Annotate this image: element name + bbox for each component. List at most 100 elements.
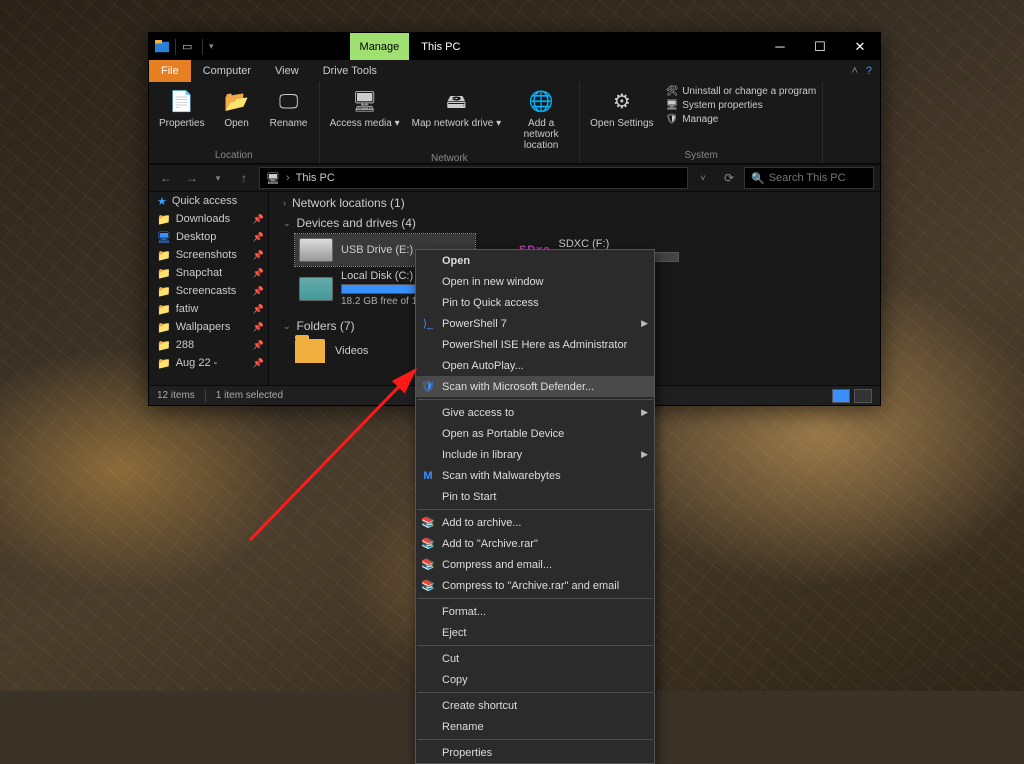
search-input[interactable]: 🔍Search This PC <box>744 167 874 189</box>
system-properties-button[interactable]: 🖥System properties <box>666 100 817 111</box>
uninstall-icon: 🛠 <box>666 86 679 97</box>
separator <box>205 390 206 402</box>
maximize-button[interactable]: ☐ <box>800 33 840 60</box>
ctx-open[interactable]: Open <box>416 250 654 271</box>
sidebar-item-screenshots[interactable]: 📁Screenshots📌 <box>149 246 268 264</box>
refresh-button[interactable]: ⟳ <box>718 167 740 189</box>
ctx-powershell7[interactable]: ⟩_PowerShell 7▶ <box>416 313 654 334</box>
tiles-view-button[interactable] <box>854 389 872 403</box>
pin-icon: 📌 <box>253 322 264 333</box>
folder-icon: 📁 <box>157 303 171 316</box>
pin-icon: 📌 <box>253 340 264 351</box>
group-label: Network <box>431 153 468 164</box>
chevron-down-icon: ⌄ <box>283 321 291 332</box>
chevron-down-icon: ⌄ <box>283 218 291 229</box>
ctx-compress-rar-email[interactable]: 📚Compress to "Archive.rar" and email <box>416 575 654 596</box>
separator <box>417 739 653 740</box>
drive-tools-tab[interactable]: Drive Tools <box>311 60 389 82</box>
media-icon: 🖥 <box>351 88 379 116</box>
location-group: 📄Properties 📂Open 🖵Rename Location <box>149 82 320 163</box>
sidebar-item-aug22[interactable]: 📁Aug 22 -📌 <box>149 354 268 372</box>
sidebar-item-wallpapers[interactable]: 📁Wallpapers📌 <box>149 318 268 336</box>
access-media-button[interactable]: 🖥Access media ▾ <box>326 86 404 153</box>
open-settings-button[interactable]: ⚙Open Settings <box>586 86 657 131</box>
pin-icon: 📌 <box>253 214 264 225</box>
ctx-include-library[interactable]: Include in library▶ <box>416 444 654 465</box>
network-locations-group[interactable]: ›Network locations (1) <box>269 192 880 212</box>
file-tab[interactable]: File <box>149 60 191 82</box>
map-drive-button[interactable]: 🖴Map network drive ▾ <box>408 86 506 153</box>
folder-icon: 📁 <box>157 213 171 226</box>
sidebar-item-desktop[interactable]: 🖥Desktop📌 <box>149 228 268 246</box>
ctx-pin-quick-access[interactable]: Pin to Quick access <box>416 292 654 313</box>
ctx-create-shortcut[interactable]: Create shortcut <box>416 695 654 716</box>
separator <box>202 39 203 55</box>
rename-icon: 🖵 <box>275 88 303 116</box>
separator <box>175 39 176 55</box>
desktop-icon: 🖥 <box>157 231 171 244</box>
manage-button[interactable]: 🛡Manage <box>666 114 817 125</box>
add-location-button[interactable]: 🌐Add a network location <box>509 86 573 153</box>
ctx-add-rar[interactable]: 📚Add to "Archive.rar" <box>416 533 654 554</box>
ctx-format[interactable]: Format... <box>416 601 654 622</box>
details-view-button[interactable] <box>832 389 850 403</box>
titlebar: ▭ ▾ Manage This PC ─ ☐ ✕ <box>149 33 880 60</box>
devices-drives-group[interactable]: ⌄Devices and drives (4) <box>269 212 880 232</box>
separator <box>417 692 653 693</box>
sidebar-item-snapchat[interactable]: 📁Snapchat📌 <box>149 264 268 282</box>
pin-icon: 📌 <box>253 268 264 279</box>
minimize-button[interactable]: ─ <box>760 33 800 60</box>
quick-access[interactable]: ★Quick access <box>149 192 268 210</box>
ctx-cut[interactable]: Cut <box>416 648 654 669</box>
folder-icon: 📁 <box>157 249 171 262</box>
breadcrumb[interactable]: 🖥 › This PC <box>259 167 688 189</box>
explorer-icon <box>155 40 169 54</box>
pin-icon: 📌 <box>253 358 264 369</box>
properties-button[interactable]: 📄Properties <box>155 86 209 131</box>
address-dropdown[interactable]: ˅ <box>692 167 714 189</box>
up-button[interactable]: ↑ <box>233 167 255 189</box>
ctx-rename[interactable]: Rename <box>416 716 654 737</box>
ctx-eject[interactable]: Eject <box>416 622 654 643</box>
ctx-add-archive[interactable]: 📚Add to archive... <box>416 512 654 533</box>
forward-button[interactable]: → <box>181 167 203 189</box>
folder-icon: 📁 <box>157 321 171 334</box>
chevron-right-icon: › <box>286 172 290 184</box>
ctx-malwarebytes[interactable]: MScan with Malwarebytes <box>416 465 654 486</box>
help-icon[interactable]: ? <box>866 65 872 77</box>
open-button[interactable]: 📂Open <box>213 86 261 131</box>
ctx-properties[interactable]: Properties <box>416 742 654 763</box>
ctx-ise-admin[interactable]: PowerShell ISE Here as Administrator <box>416 334 654 355</box>
add-location-icon: 🌐 <box>527 88 555 116</box>
folder-icon: 📁 <box>157 267 171 280</box>
ctx-scan-defender[interactable]: 🛡Scan with Microsoft Defender... <box>416 376 654 397</box>
ctx-autoplay[interactable]: Open AutoPlay... <box>416 355 654 376</box>
properties-icon[interactable]: ▭ <box>182 40 196 54</box>
ctx-copy[interactable]: Copy <box>416 669 654 690</box>
uninstall-button[interactable]: 🛠Uninstall or change a program <box>666 86 817 97</box>
ctx-compress-email[interactable]: 📚Compress and email... <box>416 554 654 575</box>
view-tab[interactable]: View <box>263 60 311 82</box>
ribbon-collapse-icon[interactable]: ˄ <box>851 65 857 77</box>
sidebar-item-fatiw[interactable]: 📁fatiw📌 <box>149 300 268 318</box>
manage-tab[interactable]: Manage <box>350 33 410 60</box>
sidebar-item-screencasts[interactable]: 📁Screencasts📌 <box>149 282 268 300</box>
sidebar-item-288[interactable]: 📁288📌 <box>149 336 268 354</box>
computer-tab[interactable]: Computer <box>191 60 263 82</box>
back-button[interactable]: ← <box>155 167 177 189</box>
ribbon: 📄Properties 📂Open 🖵Rename Location 🖥Acce… <box>149 82 880 164</box>
ctx-give-access[interactable]: Give access to▶ <box>416 402 654 423</box>
breadcrumb-item[interactable]: This PC <box>296 172 335 184</box>
folder-icon: 📁 <box>157 285 171 298</box>
close-button[interactable]: ✕ <box>840 33 880 60</box>
sysprops-icon: 🖥 <box>666 100 679 111</box>
history-dropdown[interactable]: ▾ <box>207 167 229 189</box>
sidebar-item-downloads[interactable]: 📁Downloads📌 <box>149 210 268 228</box>
rename-button[interactable]: 🖵Rename <box>265 86 313 131</box>
qat-dropdown-icon[interactable]: ▾ <box>209 41 214 52</box>
ctx-portable-device[interactable]: Open as Portable Device <box>416 423 654 444</box>
ctx-open-new-window[interactable]: Open in new window <box>416 271 654 292</box>
ctx-pin-start[interactable]: Pin to Start <box>416 486 654 507</box>
navigation-pane: ★Quick access 📁Downloads📌 🖥Desktop📌 📁Scr… <box>149 192 269 385</box>
separator <box>417 598 653 599</box>
